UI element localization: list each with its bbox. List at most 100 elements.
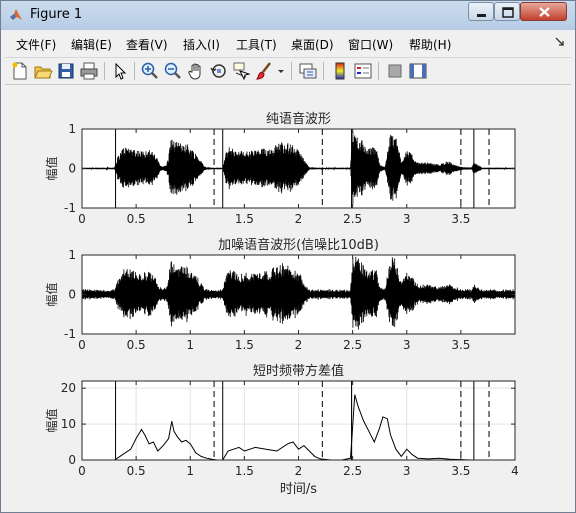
y-tick-label: 0: [68, 288, 76, 302]
figure-window: Figure 1 文件(F) 编辑(E) 查看(V) 插入(I) 工具(T) 桌…: [0, 0, 576, 513]
x-tick-label: 0: [78, 212, 86, 226]
x-tick-label: 0.5: [127, 338, 146, 352]
menu-help[interactable]: 帮助(H): [409, 36, 451, 53]
x-tick-label: 2: [295, 464, 303, 478]
menu-view[interactable]: 查看(V): [126, 36, 168, 53]
matlab-logo-icon: [10, 9, 22, 20]
hide-plot-tools-icon: [388, 64, 402, 78]
rotate-3d-icon: [210, 64, 226, 78]
menu-bar: 文件(F) 编辑(E) 查看(V) 插入(I) 工具(T) 桌面(D) 窗口(W…: [5, 31, 571, 58]
figure-toolbar: [5, 58, 571, 85]
show-plot-tools-icon: [409, 63, 427, 79]
y-axis-label: 幅值: [44, 156, 59, 180]
x-tick-label: 2: [295, 338, 303, 352]
y-axis-label: 幅值: [44, 408, 59, 432]
y-tick-label: 0: [68, 162, 76, 176]
x-tick-label: 1.5: [235, 464, 254, 478]
pan-button[interactable]: [186, 61, 206, 81]
y-tick-label: 1: [68, 248, 76, 262]
window-title: Figure 1: [30, 7, 83, 22]
colorbar-icon: [335, 62, 345, 80]
x-axis-label: 时间/s: [280, 482, 317, 497]
menu-file[interactable]: 文件(F): [16, 36, 56, 53]
x-tick-label: 0: [78, 464, 86, 478]
x-tick-label: 1: [186, 338, 194, 352]
pan-hand-icon: [188, 63, 201, 80]
legend-icon: [354, 63, 372, 79]
toolbar-separator: [104, 62, 105, 80]
link-plot-icon: [299, 63, 317, 79]
x-tick-label: 1.5: [235, 212, 254, 226]
maximize-button[interactable]: [494, 2, 520, 21]
save-button[interactable]: [56, 61, 76, 81]
select-pointer-icon: [115, 62, 127, 80]
axes-title: 加噪语音波形(信噪比10dB): [218, 237, 379, 253]
y-tick-label: -1: [64, 327, 76, 341]
x-tick-label: 3: [403, 464, 411, 478]
menu-tools[interactable]: 工具(T): [236, 36, 277, 53]
open-file-button[interactable]: [33, 61, 53, 81]
x-tick-label: 2.5: [343, 464, 362, 478]
show-plot-tools-button[interactable]: [408, 61, 428, 81]
minimize-button[interactable]: [468, 2, 494, 21]
x-tick-label: 1.5: [235, 338, 254, 352]
x-tick-label: 2.5: [343, 338, 362, 352]
figure-canvas: 0 0.5 1 1.5 2 2.5 3 3.5 -1 0 1 纯语音波形 幅值 0 0.5 1 1.5 2 2.5 3…: [5, 85, 571, 509]
maximize-icon: [502, 7, 514, 18]
zoom-out-icon: [164, 62, 181, 79]
axes-3: 0 0.5 1 1.5 2 2.5 3 3.5 4 0 10 20 短时频带方差值幅值时间/s: [44, 363, 519, 497]
y-tick-label: 20: [61, 381, 76, 395]
data-cursor-icon: [233, 62, 251, 81]
zoom-in-icon: [141, 62, 158, 79]
data-cursor-button[interactable]: [232, 61, 252, 81]
save-icon: [58, 63, 74, 79]
print-button[interactable]: [79, 61, 99, 81]
dock-arrow-icon[interactable]: [555, 36, 565, 48]
x-tick-label: 1: [186, 464, 194, 478]
rotate-3d-button[interactable]: [209, 61, 229, 81]
menu-desktop[interactable]: 桌面(D): [291, 36, 334, 53]
print-icon: [80, 62, 98, 80]
legend-button[interactable]: [353, 61, 373, 81]
x-tick-label: 3.5: [451, 212, 470, 226]
x-tick-label: 1: [186, 212, 194, 226]
open-file-icon: [34, 66, 53, 79]
y-tick-label: 10: [61, 417, 76, 431]
menu-window[interactable]: 窗口(W): [348, 36, 393, 53]
axes-1: 0 0.5 1 1.5 2 2.5 3 3.5-101纯语音波形幅值: [44, 111, 516, 226]
close-button[interactable]: [520, 2, 567, 21]
toolbar-separator: [134, 62, 135, 80]
x-tick-label: 3.5: [451, 464, 470, 478]
axes-2: 0 0.5 1 1.5 2 2.5 3 3.5-101加噪语音波形(信噪比10dB)幅值: [44, 237, 516, 352]
y-tick-label: 0: [68, 453, 76, 467]
x-tick-label: 3.5: [451, 338, 470, 352]
colorbar-button[interactable]: [330, 61, 350, 81]
plot-area: 0 0.5 1 1.5 2 2.5 3 3.5-101纯语音波形幅值0 0.5 1 1.5 2 2.5 3…: [44, 111, 519, 497]
new-figure-icon: [12, 62, 27, 80]
x-tick-label: 2: [295, 212, 303, 226]
new-figure-button[interactable]: [10, 61, 30, 81]
x-tick-label: 0: [78, 338, 86, 352]
title-bar[interactable]: Figure 1: [1, 1, 575, 30]
x-tick-label: 2.5: [343, 212, 362, 226]
axes-title: 纯语音波形: [266, 111, 331, 127]
minimize-icon: [477, 14, 486, 17]
zoom-out-button[interactable]: [163, 61, 183, 81]
x-tick-label: 3: [403, 212, 411, 226]
y-tick-label: -1: [64, 201, 76, 215]
y-tick-label: 1: [68, 122, 76, 136]
menu-edit[interactable]: 编辑(E): [71, 36, 112, 53]
zoom-in-button[interactable]: [140, 61, 160, 81]
brush-button[interactable]: [255, 61, 275, 81]
toolbar-separator: [291, 62, 292, 80]
brush-dropdown-button[interactable]: [276, 61, 286, 81]
x-tick-label: 4: [511, 464, 519, 478]
hide-plot-tools-button[interactable]: [385, 61, 405, 81]
link-plot-button[interactable]: [298, 61, 318, 81]
brush-icon: [255, 62, 271, 80]
select-pointer-button[interactable]: [110, 61, 130, 81]
x-tick-label: 0.5: [127, 212, 146, 226]
x-tick-label: 3: [403, 338, 411, 352]
axes-title: 短时频带方差值: [253, 363, 344, 379]
menu-insert[interactable]: 插入(I): [183, 36, 220, 53]
